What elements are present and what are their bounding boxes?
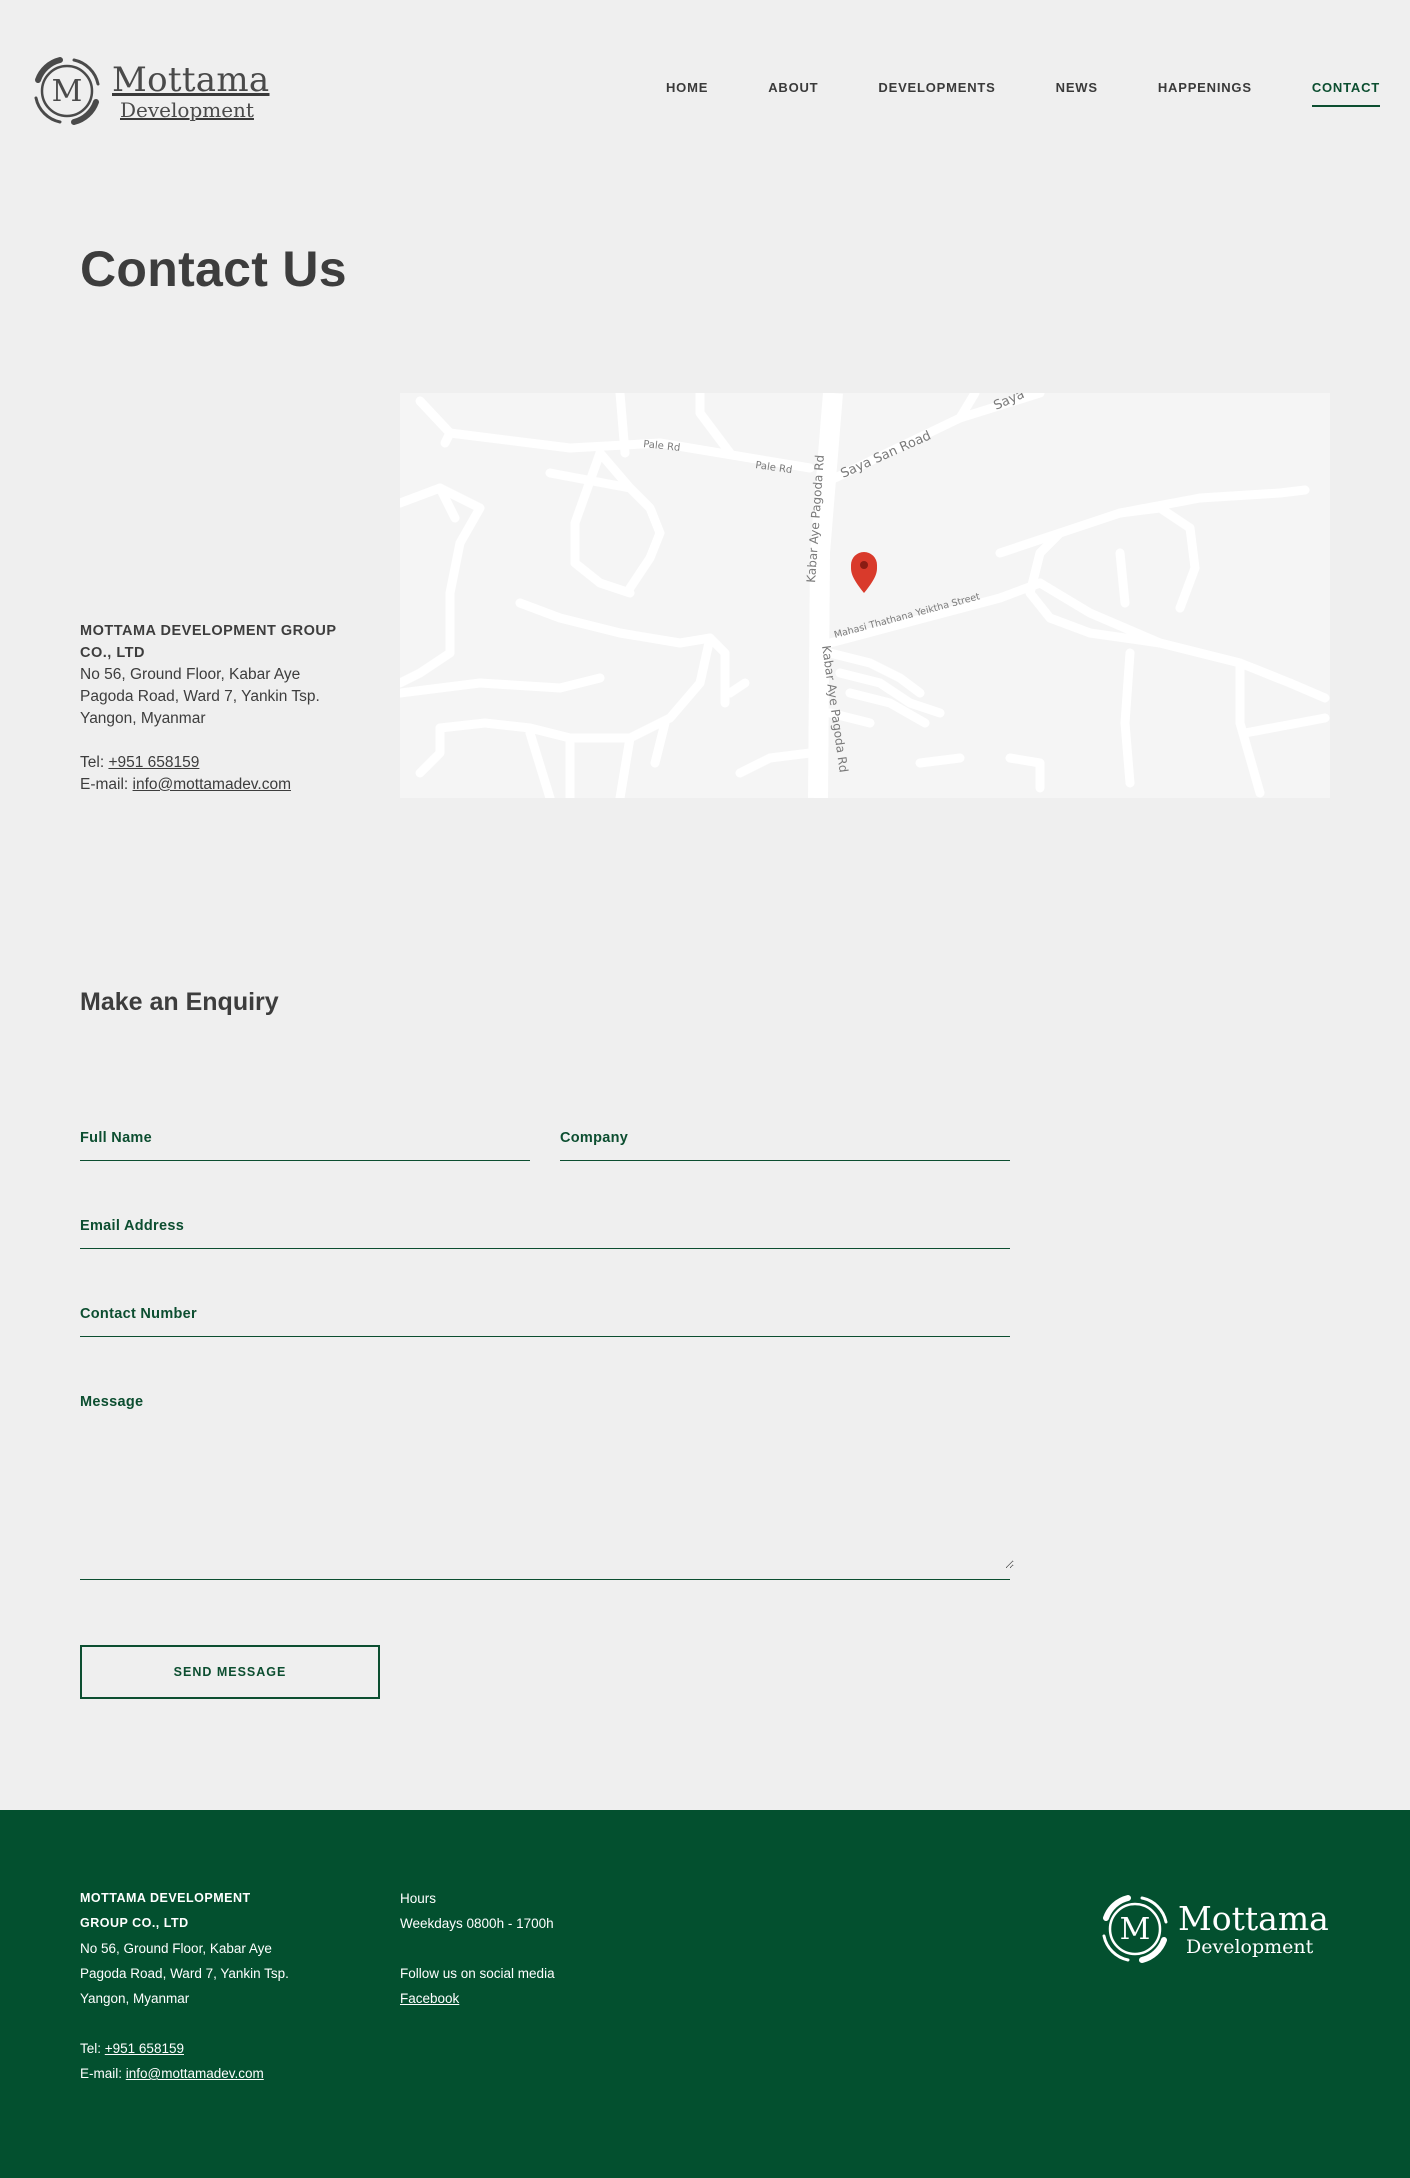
svg-text:M: M — [52, 74, 83, 109]
company-name: MOTTAMA DEVELOPMENT GROUP — [80, 623, 337, 639]
address-line: No 56, Ground Floor, Kabar Aye — [80, 666, 301, 683]
nav-contact[interactable]: CONTACT — [1311, 80, 1380, 107]
footer-address-line: Pagoda Road, Ward 7, Yankin Tsp. — [80, 1966, 289, 1981]
footer-address-line: No 56, Ground Floor, Kabar Aye — [80, 1941, 272, 1956]
footer-hours-social: Hours Weekdays 0800h - 1700h Follow us o… — [400, 1886, 555, 2011]
social-label: Follow us on social media — [400, 1966, 555, 1981]
mottama-logo-icon: M — [1102, 1895, 1168, 1963]
enquiry-title: Make an Enquiry — [80, 988, 279, 1016]
footer-email-row: E-mail: info@mottamadev.com — [80, 2066, 264, 2081]
email-label: Email Address — [80, 1218, 185, 1234]
site-footer: MOTTAMA DEVELOPMENT GROUP CO., LTD No 56… — [0, 1810, 1410, 2178]
nav-about[interactable]: ABOUT — [768, 80, 818, 107]
contact-number-field[interactable]: Contact Number — [80, 1306, 1014, 1337]
svg-text:Saya San Road: Saya San Road — [839, 428, 934, 481]
address-line: Pagoda Road, Ward 7, Yankin Tsp. — [80, 688, 320, 705]
map-roads: Pale Rd Pale Rd Saya San Road Saya Kabar… — [400, 393, 1330, 798]
full-name-label: Full Name — [80, 1130, 152, 1146]
message-label: Message — [80, 1394, 144, 1410]
contact-info: MOTTAMA DEVELOPMENT GROUP CO., LTD No 56… — [80, 620, 370, 796]
footer-phone-row: Tel: +951 658159 — [80, 2041, 184, 2056]
footer-address-line: Yangon, Myanmar — [80, 1991, 190, 2006]
brand-subname: Development — [120, 97, 254, 122]
nav-home[interactable]: HOME — [666, 80, 708, 107]
address-line: Yangon, Myanmar — [80, 710, 206, 727]
main-nav: HOME ABOUT DEVELOPMENTS NEWS HAPPENINGS … — [606, 80, 1380, 107]
footer-brand-subname: Development — [1186, 1935, 1314, 1958]
footer-contact: MOTTAMA DEVELOPMENT GROUP CO., LTD No 56… — [80, 1886, 330, 2086]
email-input[interactable] — [80, 1236, 1014, 1249]
contact-number-input[interactable] — [80, 1324, 1014, 1337]
svg-text:M: M — [1120, 1912, 1151, 1947]
hours-value: Weekdays 0800h - 1700h — [400, 1916, 554, 1931]
nav-happenings[interactable]: HAPPENINGS — [1158, 80, 1252, 107]
nav-news[interactable]: NEWS — [1056, 80, 1098, 107]
company-field[interactable]: Company — [560, 1130, 1014, 1161]
footer-phone-link[interactable]: +951 658159 — [105, 2041, 184, 2056]
map-pin-icon — [850, 552, 878, 593]
message-input[interactable] — [80, 1410, 1014, 1569]
footer-email-link[interactable]: info@mottamadev.com — [126, 2066, 264, 2081]
footer-brand-name: Mottama — [1178, 1898, 1329, 1938]
svg-text:Mahasi Thathana Yeiktha Street: Mahasi Thathana Yeiktha Street — [833, 591, 982, 641]
nav-developments[interactable]: DEVELOPMENTS — [878, 80, 995, 107]
facebook-link[interactable]: Facebook — [400, 1991, 459, 2006]
phone-row: Tel: +951 658159 — [80, 754, 200, 771]
page-title: Contact Us — [80, 241, 347, 297]
brand-name: Mottama — [112, 59, 270, 100]
send-message-button[interactable]: SEND MESSAGE — [80, 1645, 380, 1699]
hours-label: Hours — [400, 1891, 437, 1906]
company-input[interactable] — [560, 1148, 1014, 1161]
message-field[interactable]: Message — [80, 1394, 1014, 1580]
site-header: M Mottama Development HOME ABOUT DEVELOP… — [0, 0, 1410, 180]
footer-company-name: MOTTAMA DEVELOPMENT — [80, 1891, 251, 1905]
phone-link[interactable]: +951 658159 — [108, 754, 199, 771]
email-row: E-mail: info@mottamadev.com — [80, 776, 291, 793]
footer-company-name-suffix: GROUP CO., LTD — [80, 1916, 189, 1930]
location-map[interactable]: Pale Rd Pale Rd Saya San Road Saya Kabar… — [400, 393, 1330, 798]
contact-number-label: Contact Number — [80, 1306, 197, 1322]
email-link[interactable]: info@mottamadev.com — [133, 776, 291, 793]
footer-brand-logo[interactable]: M Mottama Development — [1098, 1892, 1329, 1966]
email-field[interactable]: Email Address — [80, 1218, 1014, 1249]
company-name-suffix: CO., LTD — [80, 645, 145, 661]
company-label: Company — [560, 1130, 629, 1146]
brand-logo[interactable]: M Mottama Development — [30, 54, 270, 128]
full-name-field[interactable]: Full Name — [80, 1130, 534, 1161]
full-name-input[interactable] — [80, 1148, 534, 1161]
mottama-logo-icon: M — [34, 57, 100, 125]
